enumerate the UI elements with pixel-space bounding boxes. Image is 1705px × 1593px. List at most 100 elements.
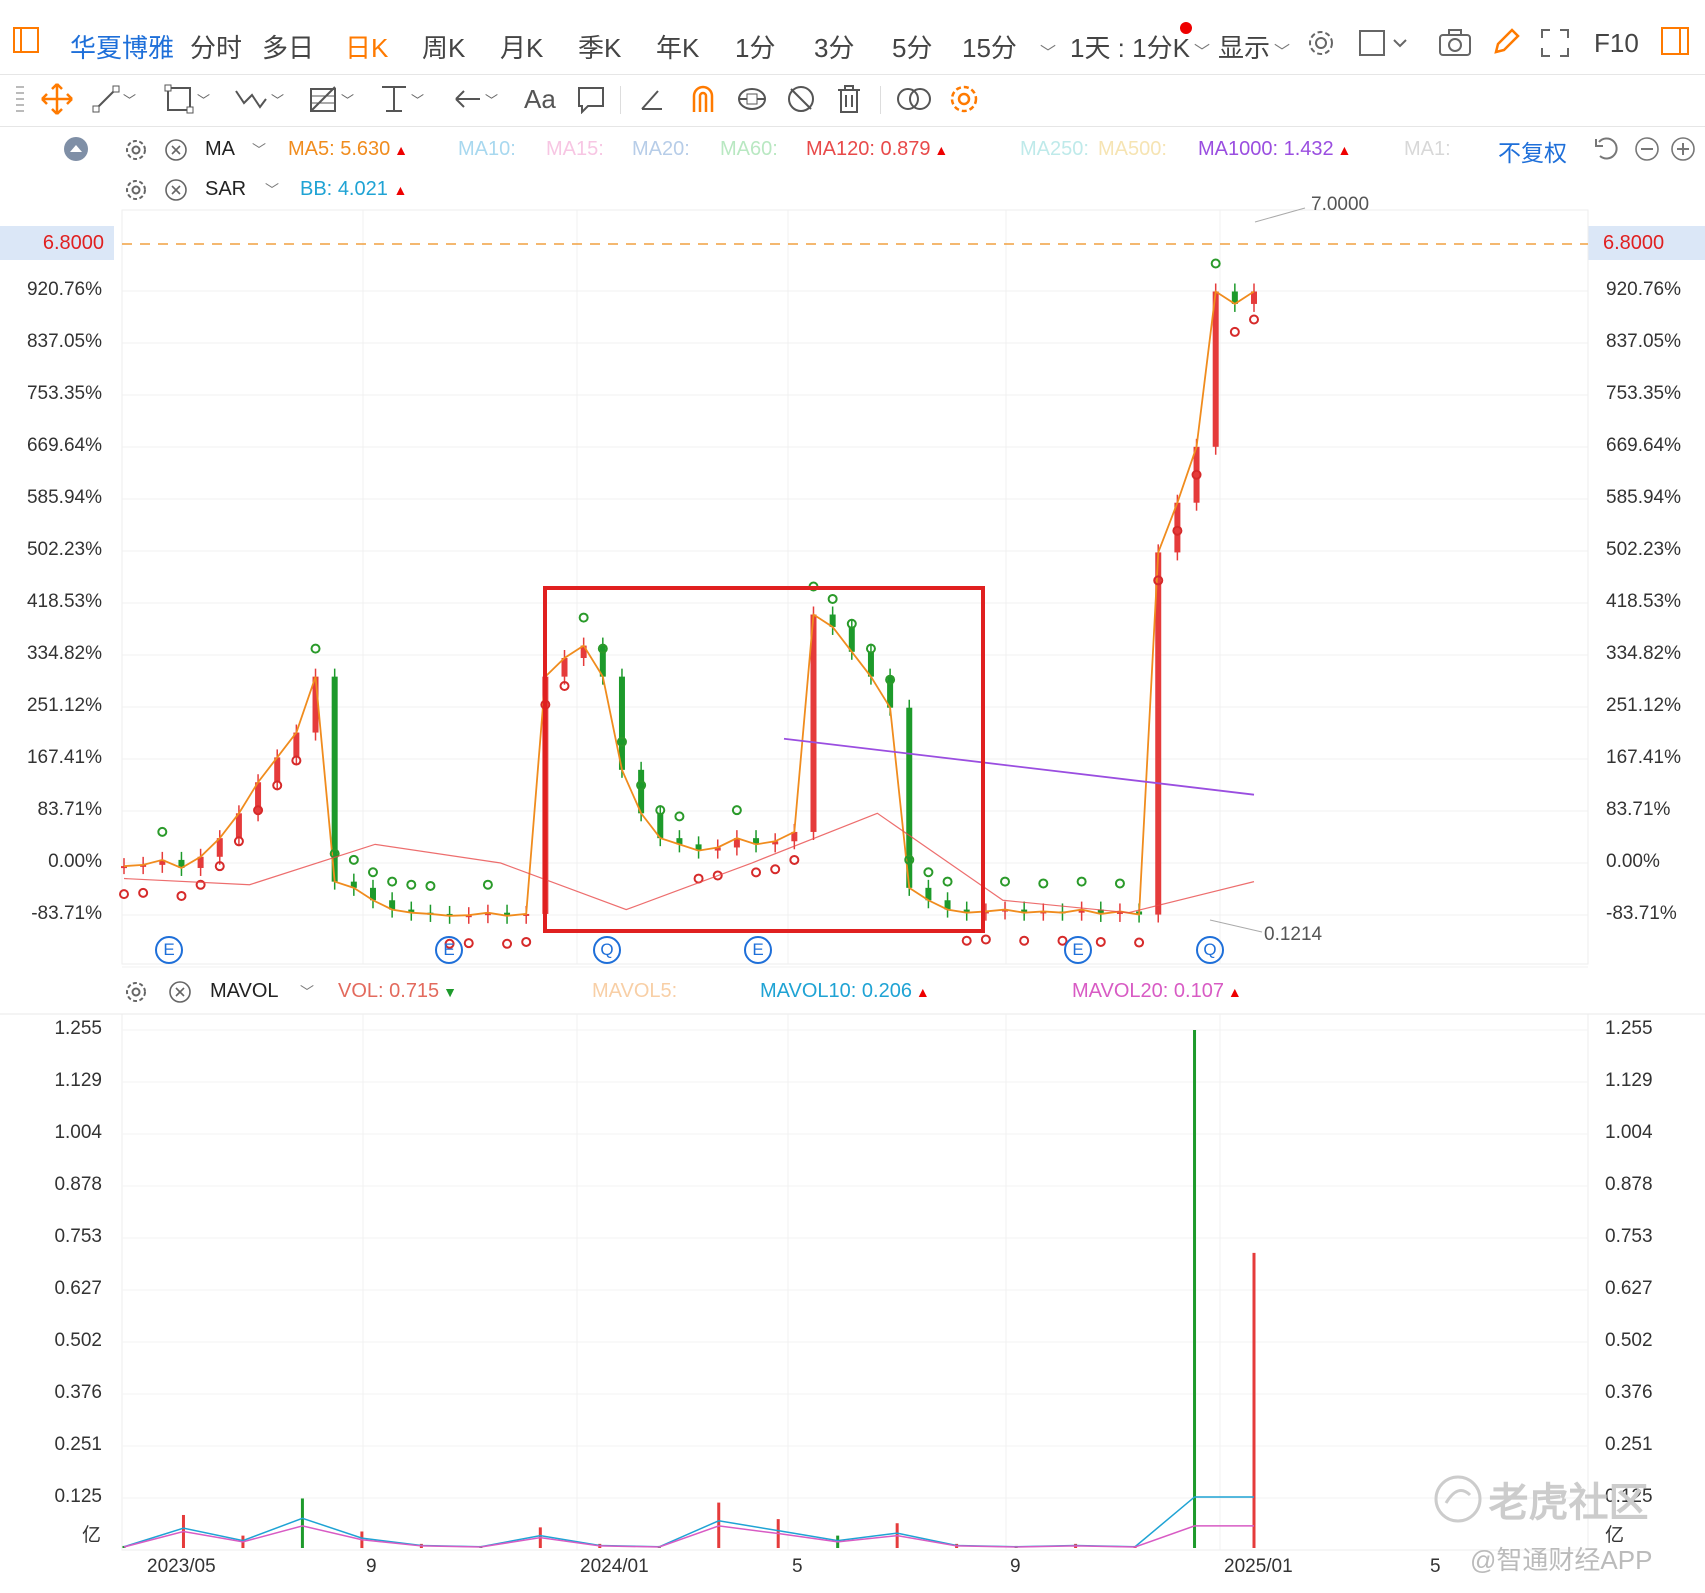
volume-unit-left: 亿: [82, 1525, 102, 1546]
candle-body-33: [753, 838, 760, 845]
event-marker-e-0[interactable]: E: [155, 936, 183, 964]
ma-legend-2[interactable]: MA15:: [546, 138, 604, 161]
f10-button[interactable]: F10: [1594, 28, 1639, 59]
move-crosshair-icon[interactable]: [40, 82, 74, 116]
candle-body-25: [599, 645, 606, 677]
camera-icon[interactable]: [1438, 28, 1472, 65]
sar-dot-6: [233, 836, 244, 847]
zoom-in-icon[interactable]: [1670, 136, 1695, 161]
tab-period-2[interactable]: 日K: [345, 28, 388, 65]
tab-period-10[interactable]: 15分: [962, 28, 1017, 65]
trend-line-tool-icon[interactable]: ﹀: [92, 82, 136, 116]
toolbar-divider: [620, 86, 621, 114]
sar-dot-33: [751, 867, 762, 878]
vol-legend-3[interactable]: MAVOL20: 0.107 ▲: [1072, 980, 1242, 1003]
tab-period-1[interactable]: 多日: [262, 28, 314, 65]
tab-period-8[interactable]: 3分: [814, 28, 854, 65]
price-high-label: 7.0000: [1311, 194, 1370, 215]
vertical-measure-icon[interactable]: ﹀: [380, 82, 424, 116]
event-marker-e-3[interactable]: E: [744, 936, 772, 964]
event-marker-q-2[interactable]: Q: [593, 936, 621, 964]
stock-name[interactable]: 华夏博雅: [70, 28, 174, 65]
comment-bubble-icon[interactable]: [576, 82, 606, 116]
price-axis-right-label-1: 837.05%: [1606, 331, 1682, 352]
ma-legend-7[interactable]: MA500:: [1098, 138, 1167, 161]
vol-axis-right-label-5: 0.627: [1605, 1278, 1653, 1299]
collapse-up-icon[interactable]: [64, 137, 88, 166]
tab-period-0[interactable]: 分时: [190, 28, 242, 65]
sar-dot-39: [865, 643, 876, 654]
sar-chevron-down-icon[interactable]: ﹀: [265, 180, 279, 200]
tab-period-7[interactable]: 1分: [735, 28, 775, 65]
ma-legend-5[interactable]: MA120: 0.879 ▲: [806, 138, 948, 161]
candle-body-50: [1078, 909, 1085, 913]
event-marker-e-1[interactable]: E: [435, 936, 463, 964]
vol-legend-2[interactable]: MAVOL10: 0.206 ▲: [760, 980, 930, 1003]
ma-legend-8[interactable]: MA1000: 1.432 ▲: [1198, 138, 1351, 161]
candle-body-30: [695, 844, 702, 851]
hide-drawings-icon[interactable]: [786, 82, 816, 116]
magnet-icon[interactable]: [688, 82, 718, 116]
sar-close-icon[interactable]: [164, 178, 188, 202]
ma-legend-6[interactable]: MA250:: [1020, 138, 1089, 161]
display-menu[interactable]: 显示 ﹀: [1218, 28, 1290, 65]
kline-chart[interactable]: [0, 0, 1705, 1593]
volume-bar-15: [1014, 1545, 1018, 1548]
vol-axis-right-label-0: 1.255: [1605, 1018, 1653, 1039]
ma-indicator-name[interactable]: MA: [205, 138, 235, 161]
tab-period-5[interactable]: 季K: [578, 28, 621, 65]
compare-overlay-icon[interactable]: [896, 82, 932, 116]
fullscreen-icon[interactable]: [1540, 28, 1570, 65]
candle-body-17: [446, 913, 453, 916]
undo-icon[interactable]: [1594, 136, 1618, 160]
interval-selector[interactable]: 1天 : 1分K ﹀: [1070, 28, 1210, 65]
event-marker-e-4[interactable]: E: [1064, 936, 1092, 964]
ma-legend-1[interactable]: MA10:: [458, 138, 516, 161]
sar-dot-51: [1095, 936, 1106, 947]
more-periods-chevron-icon[interactable]: ﹀: [1036, 34, 1056, 65]
lock-drawings-icon[interactable]: [736, 82, 768, 116]
ma-legend-9[interactable]: MA1:: [1404, 138, 1451, 161]
candle-body-38: [848, 626, 855, 652]
angle-tool-icon[interactable]: [638, 82, 666, 116]
ma-close-icon[interactable]: [164, 138, 188, 162]
sar-settings-gear-icon[interactable]: [124, 178, 148, 202]
settings-gear-icon[interactable]: [1306, 28, 1336, 65]
ma-legend-4[interactable]: MA60:: [720, 138, 778, 161]
volume-bar-17: [1133, 1545, 1137, 1548]
volume-bar-11: [776, 1519, 780, 1548]
sidebar-toggle-icon[interactable]: [12, 26, 40, 61]
vol-close-icon[interactable]: [168, 980, 192, 1004]
sar-dot-47: [1019, 935, 1030, 946]
tab-period-3[interactable]: 周K: [422, 28, 465, 65]
sar-dot-20: [502, 938, 513, 949]
tab-period-9[interactable]: 5分: [892, 28, 932, 65]
delete-trash-icon[interactable]: [836, 82, 862, 116]
event-marker-q-5[interactable]: Q: [1196, 936, 1224, 964]
chart-settings-gear-icon[interactable]: [948, 82, 980, 116]
right-panel-icon[interactable]: [1660, 26, 1690, 63]
layout-square-icon[interactable]: [1358, 28, 1410, 65]
ma-chevron-down-icon[interactable]: ﹀: [252, 140, 266, 160]
pencil-icon[interactable]: [1490, 26, 1522, 65]
zoom-out-icon[interactable]: [1634, 136, 1659, 161]
sar-dot-55: [1172, 525, 1183, 536]
ma-legend-0[interactable]: MA5: 5.630 ▲: [288, 138, 408, 161]
adjust-mode-button[interactable]: 不复权: [1498, 134, 1567, 168]
vol-legend-1[interactable]: MAVOL5:: [592, 980, 677, 1003]
vol-indicator-name[interactable]: MAVOL: [210, 980, 279, 1003]
rectangle-tool-icon[interactable]: ﹀: [164, 82, 210, 116]
arrow-tool-icon[interactable]: ﹀: [452, 82, 498, 116]
sar-indicator-name[interactable]: SAR: [205, 178, 246, 201]
wave-tool-icon[interactable]: ﹀: [234, 82, 284, 116]
ma-settings-gear-icon[interactable]: [124, 138, 148, 162]
sar-dot-16: [425, 880, 436, 891]
fibonacci-tool-icon[interactable]: ﹀: [308, 82, 354, 116]
text-tool-button[interactable]: Aa: [524, 82, 556, 116]
ma-legend-3[interactable]: MA20:: [632, 138, 690, 161]
vol-legend-0[interactable]: VOL: 0.715 ▼: [338, 980, 457, 1003]
tab-period-6[interactable]: 年K: [656, 28, 699, 65]
tab-period-4[interactable]: 月K: [500, 28, 543, 65]
vol-chevron-down-icon[interactable]: ﹀: [300, 982, 314, 1002]
vol-settings-gear-icon[interactable]: [124, 980, 148, 1004]
